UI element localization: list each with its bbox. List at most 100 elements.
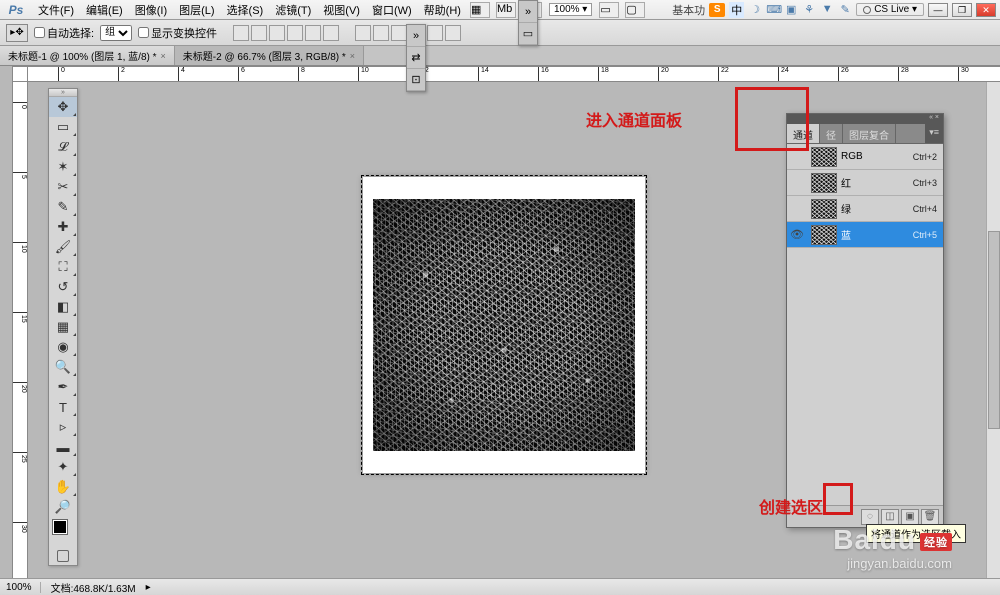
arrange-icon[interactable]: ▭ <box>599 2 619 18</box>
ruler-vertical[interactable]: 0 5 10 15 20 25 30 <box>12 82 28 578</box>
tools-panel[interactable]: » ✥ ▭ 𝓛 ✶ ✂ ✎ ✚ 🖌 ⛶ ↺ ◧ ▦ ◉ 🔍 ✒ T ▹ ▬ ✦ … <box>48 88 78 566</box>
panel-icon[interactable]: ⇄ <box>407 47 425 69</box>
delete-channel-button[interactable]: 🗑 <box>921 509 939 525</box>
document-tab-2[interactable]: 未标题-2 @ 66.7% (图层 3, RGB/8) *× <box>175 46 364 65</box>
ruler-origin[interactable] <box>12 66 28 82</box>
menu-view[interactable]: 视图(V) <box>317 2 366 18</box>
history-brush-tool[interactable]: ↺ <box>49 277 77 297</box>
align-top-icon[interactable] <box>233 25 249 41</box>
auto-select-checkbox[interactable]: 自动选择: <box>34 25 94 41</box>
scrollbar-thumb[interactable] <box>988 231 1000 429</box>
align-right-icon[interactable] <box>323 25 339 41</box>
eyedropper-tool[interactable]: ✎ <box>49 197 77 217</box>
hand-tool[interactable]: ✋ <box>49 477 77 497</box>
tab-paths[interactable]: 径 <box>820 124 843 143</box>
document-tab-1[interactable]: 未标题-1 @ 100% (图层 1, 蓝/8) *× <box>0 46 175 65</box>
wrench-icon[interactable]: ✎ <box>838 3 852 17</box>
marquee-tool[interactable]: ▭ <box>49 117 77 137</box>
color-swatches[interactable] <box>49 517 77 547</box>
menu-window[interactable]: 窗口(W) <box>366 2 418 18</box>
screen-mode-icon[interactable]: ▢ <box>625 2 645 18</box>
menu-file[interactable]: 文件(F) <box>32 2 80 18</box>
keyboard-icon[interactable]: ⌨ <box>766 3 780 17</box>
align-vcenter-icon[interactable] <box>251 25 267 41</box>
panel-collapse-icon[interactable]: « × <box>787 114 943 124</box>
collapsed-dock-2[interactable]: » ▭ <box>518 0 538 46</box>
dock-expand-icon[interactable]: » <box>519 1 537 23</box>
distribute-bottom-icon[interactable] <box>391 25 407 41</box>
channel-row-rgb[interactable]: RGB Ctrl+2 <box>787 144 943 170</box>
close-button[interactable]: ✕ <box>976 3 996 17</box>
ruler-horizontal[interactable]: 0 2 4 6 8 10 12 14 16 18 20 22 24 26 28 … <box>28 66 1000 82</box>
move-tool-indicator[interactable]: ▸✥ <box>6 24 28 42</box>
menu-help[interactable]: 帮助(H) <box>418 2 467 18</box>
collapsed-dock-1[interactable]: » ⇄ ⊡ <box>406 24 426 92</box>
tab-layer-comps[interactable]: 图层复合 <box>843 124 896 143</box>
car-icon[interactable]: ▣ <box>784 3 798 17</box>
eraser-tool[interactable]: ◧ <box>49 297 77 317</box>
gradient-tool[interactable]: ▦ <box>49 317 77 337</box>
lasso-tool[interactable]: 𝓛 <box>49 137 77 157</box>
panel-grip[interactable]: » <box>49 89 77 97</box>
visibility-icon[interactable]: 👁 <box>787 228 807 241</box>
auto-select-dropdown[interactable]: 组 <box>100 25 132 41</box>
distribute-right-icon[interactable] <box>445 25 461 41</box>
healing-brush-tool[interactable]: ✚ <box>49 217 77 237</box>
shirt-icon[interactable]: ▼ <box>820 3 834 17</box>
menu-layer[interactable]: 图层(L) <box>173 2 220 18</box>
cs-live-button[interactable]: CS Live ▾ <box>856 3 924 16</box>
gear-icon[interactable]: ⚘ <box>802 3 816 17</box>
save-selection-button[interactable]: ◫ <box>881 509 899 525</box>
blur-tool[interactable]: ◉ <box>49 337 77 357</box>
3d-tool[interactable]: ✦ <box>49 457 77 477</box>
workspace-essentials[interactable]: 基本功 <box>672 2 705 18</box>
foreground-color-swatch[interactable] <box>53 520 67 534</box>
channels-panel[interactable]: « × 通道 径 图层复合 ▾≡ RGB Ctrl+2 红 Ctrl+3 绿 C… <box>786 113 944 528</box>
panel-icon[interactable]: ⊡ <box>407 69 425 91</box>
panel-menu-icon[interactable]: ▾≡ <box>925 124 943 143</box>
status-menu-icon[interactable]: ▸ <box>146 582 151 593</box>
quick-select-tool[interactable]: ✶ <box>49 157 77 177</box>
menu-image[interactable]: 图像(I) <box>129 2 173 18</box>
clone-stamp-tool[interactable]: ⛶ <box>49 257 77 277</box>
channel-row-blue[interactable]: 👁 蓝 Ctrl+5 <box>787 222 943 248</box>
distribute-hcenter-icon[interactable] <box>427 25 443 41</box>
bridge-icon[interactable]: ▦ <box>470 2 490 18</box>
ime-language[interactable]: 中 <box>729 2 744 18</box>
tab-close-icon[interactable]: × <box>350 51 355 61</box>
menu-edit[interactable]: 编辑(E) <box>80 2 129 18</box>
distribute-top-icon[interactable] <box>355 25 371 41</box>
zoom-dropdown[interactable]: 100% ▾ <box>549 3 592 16</box>
status-zoom[interactable]: 100% <box>6 582 41 593</box>
new-channel-button[interactable]: ▣ <box>901 509 919 525</box>
screen-mode-icon[interactable]: ▭ <box>519 23 537 45</box>
menu-select[interactable]: 选择(S) <box>221 2 270 18</box>
mini-bridge-icon[interactable]: Mb <box>496 2 516 18</box>
status-doc-size[interactable]: 文档:468.8K/1.63M <box>51 580 136 595</box>
move-tool[interactable]: ✥ <box>49 97 77 117</box>
vertical-scrollbar[interactable] <box>986 82 1000 578</box>
type-tool[interactable]: T <box>49 397 77 417</box>
minimize-button[interactable]: — <box>928 3 948 17</box>
document-canvas[interactable] <box>363 177 645 473</box>
channel-row-green[interactable]: 绿 Ctrl+4 <box>787 196 943 222</box>
crop-tool[interactable]: ✂ <box>49 177 77 197</box>
tab-close-icon[interactable]: × <box>161 51 166 61</box>
shape-tool[interactable]: ▬ <box>49 437 77 457</box>
dock-expand-icon[interactable]: » <box>407 25 425 47</box>
brush-tool[interactable]: 🖌 <box>49 237 77 257</box>
load-selection-button[interactable]: ◌ <box>861 509 879 525</box>
menu-filter[interactable]: 滤镜(T) <box>269 2 317 18</box>
dodge-tool[interactable]: 🔍 <box>49 357 77 377</box>
maximize-button[interactable]: ❐ <box>952 3 972 17</box>
sogou-ime-icon[interactable]: S <box>709 3 725 17</box>
moon-icon[interactable]: ☽ <box>748 3 762 17</box>
zoom-tool[interactable]: 🔎 <box>49 497 77 517</box>
align-left-icon[interactable] <box>287 25 303 41</box>
distribute-vcenter-icon[interactable] <box>373 25 389 41</box>
pen-tool[interactable]: ✒ <box>49 377 77 397</box>
align-hcenter-icon[interactable] <box>305 25 321 41</box>
channel-row-red[interactable]: 红 Ctrl+3 <box>787 170 943 196</box>
quick-mask-toggle[interactable] <box>49 547 77 565</box>
show-transform-checkbox[interactable]: 显示变换控件 <box>138 25 217 41</box>
